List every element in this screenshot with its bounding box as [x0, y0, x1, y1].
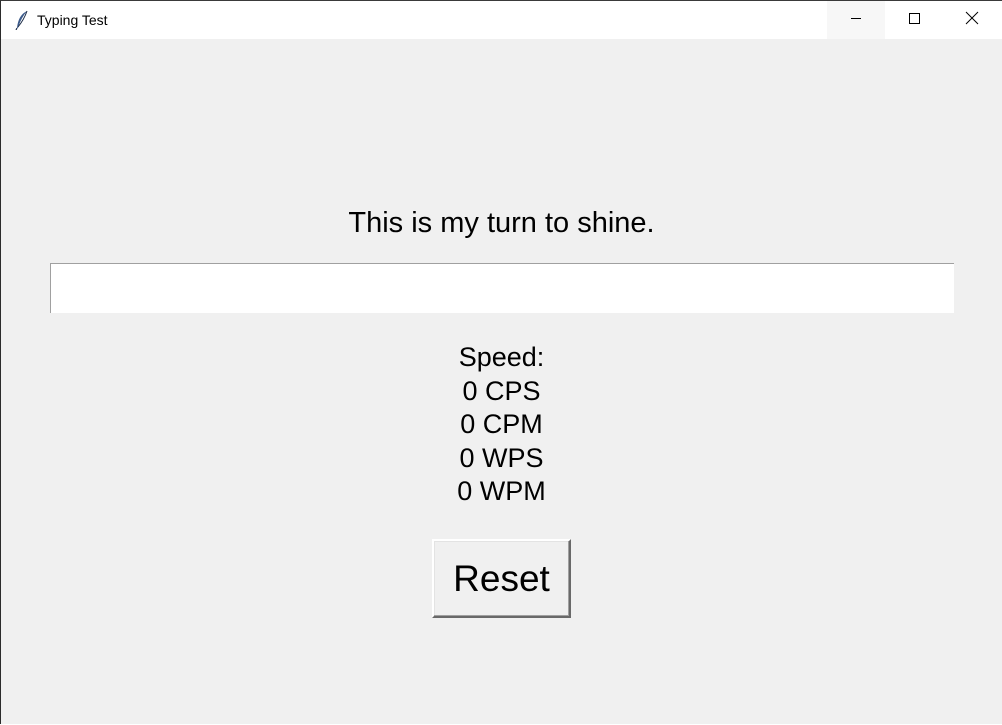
typing-input[interactable]	[50, 263, 954, 313]
minimize-button[interactable]	[827, 1, 885, 39]
maximize-icon	[908, 11, 920, 29]
close-icon	[965, 11, 979, 30]
speed-cps: 0 CPS	[462, 375, 541, 406]
speed-cpm: 0 CPM	[460, 409, 543, 440]
reset-button[interactable]: Reset	[432, 539, 571, 618]
main-content: This is my turn to shine. Speed: 0 CPS 0…	[1, 39, 1002, 725]
feather-icon	[15, 10, 29, 31]
speed-wps: 0 WPS	[459, 442, 544, 473]
speed-heading: Speed:	[458, 342, 545, 372]
minimize-icon	[850, 11, 862, 29]
speed-wpm: 0 WPM	[457, 476, 546, 507]
app-window: Typing Test This is my turn to shine. Sp	[0, 0, 1002, 724]
maximize-button[interactable]	[885, 1, 943, 39]
speed-stats: Speed: 0 CPS 0 CPM 0 WPS 0 WPM	[1, 341, 1002, 509]
target-sentence: This is my turn to shine.	[348, 207, 655, 239]
window-title: Typing Test	[37, 12, 108, 28]
close-button[interactable]	[943, 1, 1001, 39]
title-bar[interactable]: Typing Test	[1, 1, 1002, 39]
